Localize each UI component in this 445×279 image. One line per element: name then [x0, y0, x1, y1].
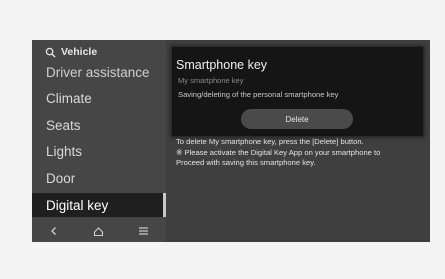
search-header[interactable]: Vehicle [32, 40, 166, 64]
info-line: ※ Please activate the Digital Key App on… [176, 147, 381, 157]
menu-icon[interactable] [135, 222, 153, 240]
sidebar-item-label: Driver assistance [46, 64, 150, 80]
sidebar-item-climate[interactable]: Climate [32, 86, 166, 110]
digital-key-info: To delete My smartphone key, press the [… [176, 137, 430, 169]
sidebar-item-digital-key[interactable]: Digital key [32, 193, 166, 217]
infotainment-screen: Driver assistance Vehicle Climate Seats … [32, 40, 430, 242]
sidebar-item-label: Door [46, 170, 76, 186]
search-icon [45, 47, 56, 58]
info-line: Proceed with saving this smartphone key. [176, 158, 316, 167]
sidebar-item-label: Digital key [46, 197, 109, 213]
smartphone-key-popup: Smartphone key My smartphone key Saving/… [171, 46, 424, 137]
sidebar-item-door[interactable]: Door [32, 166, 166, 190]
sidebar-item-lights[interactable]: Lights [32, 139, 166, 163]
sidebar-item-label: Climate [46, 90, 92, 106]
home-icon[interactable] [90, 222, 108, 240]
back-icon[interactable] [45, 222, 63, 240]
info-line: To delete My smartphone key, press the [… [176, 137, 364, 146]
sidebar-header-label: Vehicle [61, 46, 98, 58]
popup-title: Smartphone key [176, 58, 268, 72]
popup-subtitle: My smartphone key [178, 76, 244, 85]
delete-button[interactable]: Delete [241, 109, 353, 129]
sidebar-item-label: Lights [46, 143, 83, 159]
sidebar: Driver assistance Vehicle Climate Seats … [32, 40, 166, 242]
sidebar-item-label: Seats [46, 117, 81, 133]
sidebar-item-seats[interactable]: Seats [32, 113, 166, 137]
popup-description: Saving/deleting of the personal smartpho… [178, 90, 339, 99]
bottom-nav-bar [32, 220, 166, 242]
